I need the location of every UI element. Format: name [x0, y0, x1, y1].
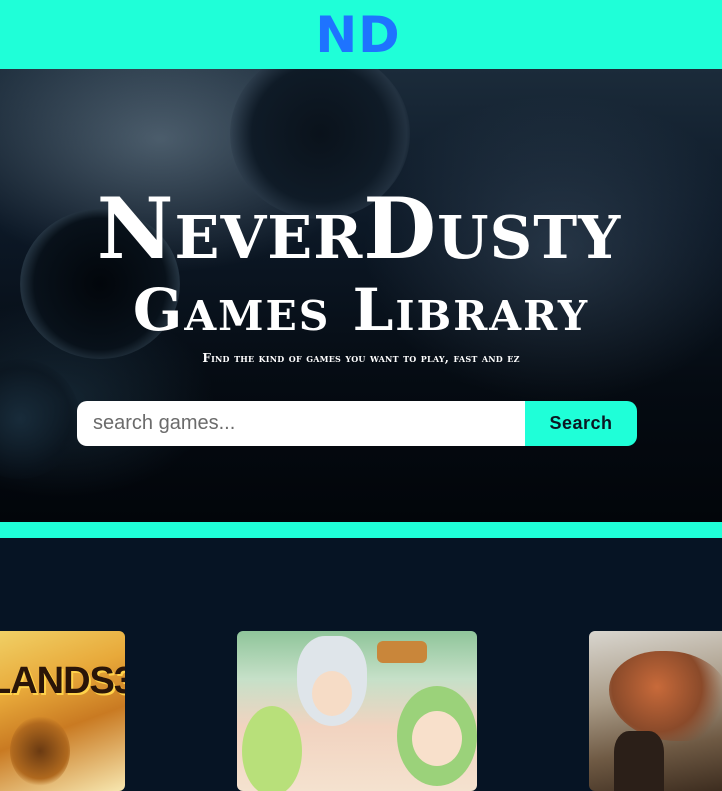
game-cover-art [614, 731, 664, 791]
game-cover-title-art: LANDS3 [0, 660, 125, 702]
section-divider [0, 522, 722, 538]
game-cover-art [377, 641, 427, 663]
site-tagline: Find the kind of games you want to play,… [202, 351, 520, 365]
site-title: NeverDusty [96, 179, 622, 279]
top-header-bar: ND [0, 0, 722, 69]
search-input[interactable] [77, 401, 525, 446]
game-cover-art [609, 651, 722, 741]
site-subtitle: Games Library [132, 276, 590, 345]
game-card[interactable] [237, 631, 477, 791]
game-cover-art [10, 716, 70, 786]
game-card[interactable]: LANDS3 [0, 631, 125, 791]
game-cover-art [412, 711, 462, 766]
game-cover-art [312, 671, 352, 716]
site-logo[interactable]: ND [315, 10, 400, 60]
hero-background-controller-button [0, 359, 80, 479]
game-cover-art [242, 706, 302, 791]
search-button[interactable]: Search [525, 401, 637, 446]
search-form: Search [77, 401, 637, 446]
game-card[interactable] [589, 631, 722, 791]
hero-banner: NeverDusty Games Library Find the kind o… [0, 69, 722, 522]
